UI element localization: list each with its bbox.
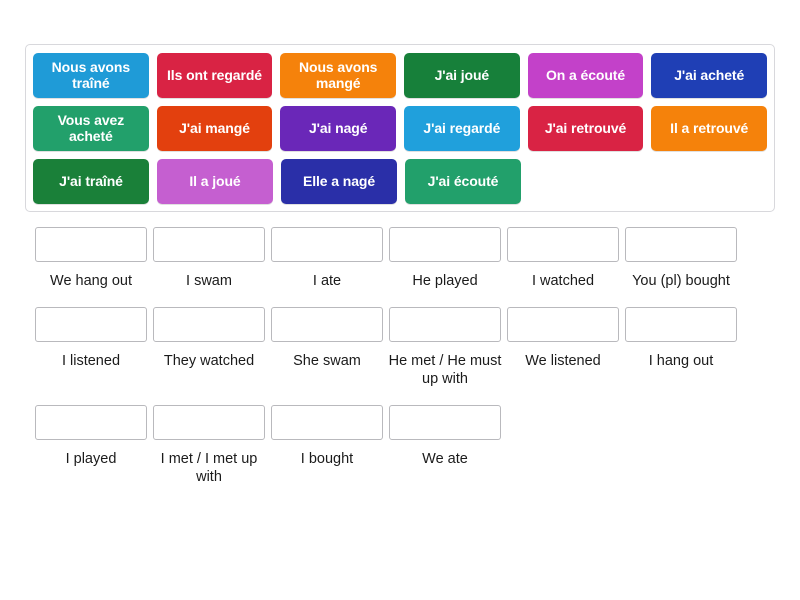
draggable-tile[interactable]: On a écouté <box>527 53 644 98</box>
answer-cell: She swam <box>271 307 383 388</box>
answer-label: We hang out <box>50 273 132 289</box>
answer-row: I played I met / I met up with I bought … <box>35 405 765 486</box>
answer-cell: I met / I met up with <box>153 405 265 486</box>
draggable-tile[interactable]: J'ai écouté <box>405 159 521 204</box>
tile-bank-row: J'ai traîné Il a joué Elle a nagé J'ai é… <box>33 159 767 204</box>
draggable-tile[interactable]: Vous avez acheté <box>33 106 149 151</box>
answer-label: I met / I met up with <box>160 451 258 485</box>
answer-cell: We listened <box>507 307 619 388</box>
drop-zone[interactable] <box>389 405 501 441</box>
drop-zone[interactable] <box>35 405 147 441</box>
tile-bank: Nous avons traîné Ils ont regardé Nous a… <box>25 44 775 212</box>
drop-zone[interactable] <box>153 307 265 343</box>
drop-zone[interactable] <box>507 307 619 343</box>
answer-label: You (pl) bought <box>632 273 730 289</box>
drop-zone[interactable] <box>389 307 501 343</box>
answer-label: They watched <box>163 353 255 370</box>
drop-zone[interactable] <box>271 405 383 441</box>
answer-cell: I played <box>35 405 147 486</box>
answer-label: I played <box>65 451 117 468</box>
answer-label: We listened <box>525 353 601 370</box>
answer-cell: I ate <box>271 227 383 290</box>
drop-zone[interactable] <box>153 405 265 441</box>
draggable-tile[interactable]: J'ai mangé <box>156 106 273 151</box>
answer-label: I bought <box>300 451 354 468</box>
drop-zone[interactable] <box>507 227 619 262</box>
answer-cell: I bought <box>271 405 383 486</box>
answer-label: He played <box>412 273 478 289</box>
drop-zone[interactable] <box>271 227 383 262</box>
answer-cell: I hang out <box>625 307 737 388</box>
answer-label: I watched <box>531 273 595 289</box>
draggable-tile[interactable]: Nous avons mangé <box>280 53 397 98</box>
answer-row: I listened They watched She swam He met … <box>35 307 765 388</box>
drop-zone[interactable] <box>389 227 501 262</box>
answer-label: I swam <box>186 273 232 289</box>
answer-cell: We hang out <box>35 227 147 290</box>
answer-row: We hang out I swam I ate He played I wat… <box>35 227 765 290</box>
drop-zone[interactable] <box>271 307 383 343</box>
answer-cell: We ate <box>389 405 501 486</box>
draggable-tile[interactable]: Elle a nagé <box>281 159 397 204</box>
drop-zone[interactable] <box>153 227 265 262</box>
answer-label: I hang out <box>648 353 714 370</box>
answer-cell: They watched <box>153 307 265 388</box>
answer-cell: I swam <box>153 227 265 290</box>
draggable-tile[interactable]: Nous avons traîné <box>33 53 149 98</box>
draggable-tile[interactable]: Ils ont regardé <box>156 53 273 98</box>
draggable-tile[interactable]: J'ai retrouvé <box>527 106 644 151</box>
answer-label: We ate <box>422 451 468 468</box>
answer-cell: I listened <box>35 307 147 388</box>
answer-label: I listened <box>61 353 121 370</box>
answer-label: He met / He must up with <box>388 353 502 387</box>
answer-cell: He met / He must up with <box>389 307 501 388</box>
drop-zone[interactable] <box>35 307 147 343</box>
answer-grid: We hang out I swam I ate He played I wat… <box>35 227 765 503</box>
draggable-tile[interactable]: Il a retrouvé <box>651 106 768 151</box>
tile-bank-row: Vous avez acheté J'ai mangé J'ai nagé J'… <box>33 106 768 151</box>
answer-cell: I watched <box>507 227 619 290</box>
match-up-activity: Nous avons traîné Ils ont regardé Nous a… <box>0 0 800 600</box>
answer-cell: He played <box>389 227 501 290</box>
draggable-tile[interactable]: J'ai nagé <box>280 106 397 151</box>
answer-label: She swam <box>293 353 361 370</box>
drop-zone[interactable] <box>625 227 737 262</box>
draggable-tile[interactable]: J'ai acheté <box>651 53 768 98</box>
draggable-tile[interactable]: Il a joué <box>157 159 273 204</box>
answer-label: I ate <box>312 273 342 289</box>
tile-bank-row: Nous avons traîné Ils ont regardé Nous a… <box>33 53 768 98</box>
draggable-tile[interactable]: J'ai regardé <box>404 106 520 151</box>
answer-cell: You (pl) bought <box>625 227 737 290</box>
drop-zone[interactable] <box>625 307 737 343</box>
draggable-tile[interactable]: J'ai traîné <box>33 159 149 204</box>
draggable-tile[interactable]: J'ai joué <box>404 53 520 98</box>
drop-zone[interactable] <box>35 227 147 262</box>
